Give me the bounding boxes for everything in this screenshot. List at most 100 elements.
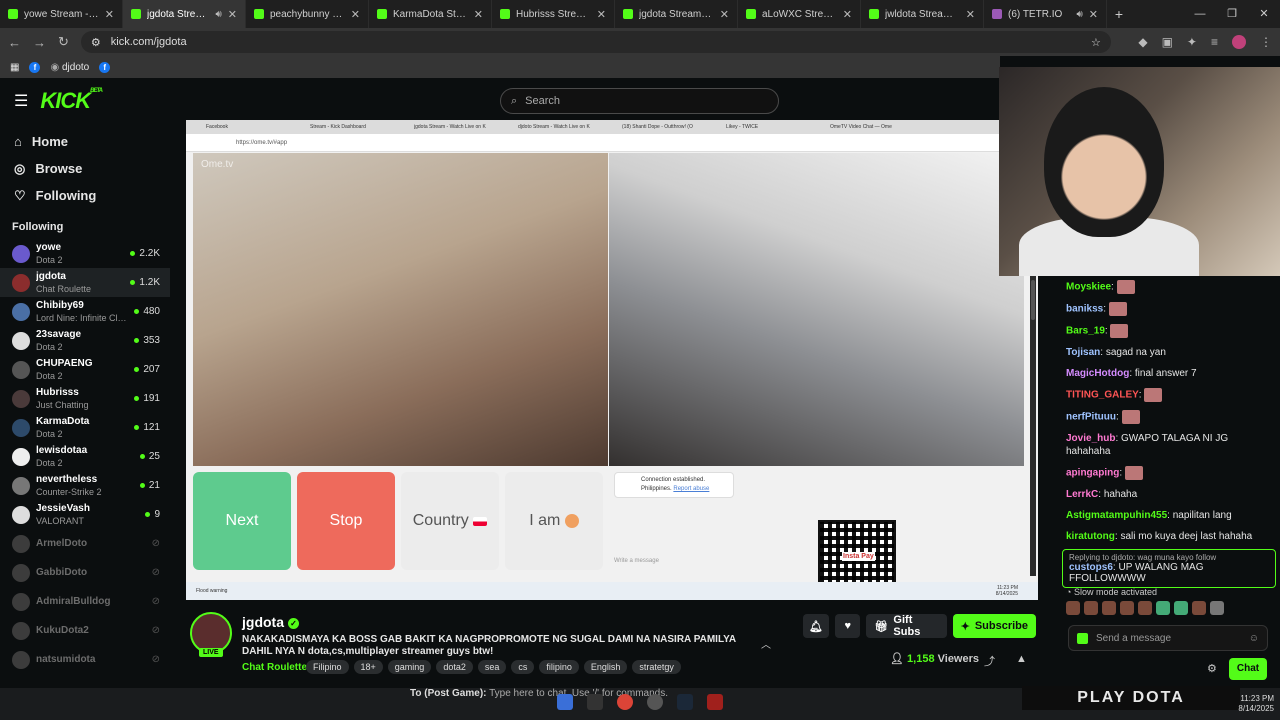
browser-tab[interactable]: aLoWXC Stream - Wa ✕ (738, 0, 861, 28)
browser-tab[interactable]: jwldota Stream - Wat ✕ (861, 0, 984, 28)
tab-close-icon[interactable]: ✕ (105, 8, 114, 21)
stream-tag[interactable]: filipino (539, 660, 579, 674)
chat-username[interactable]: LerrkC (1066, 489, 1098, 500)
chat-username[interactable]: kiratutong (1066, 531, 1115, 542)
back-icon[interactable]: ← (8, 35, 21, 50)
tab-close-icon[interactable]: ✕ (597, 8, 606, 21)
tab-close-icon[interactable]: ✕ (843, 8, 852, 21)
chrome-icon[interactable] (617, 694, 633, 710)
video-player[interactable]: Facebook Stream - Kick Dashboard jgdota St… (186, 120, 1038, 600)
apps-grid-icon[interactable]: ▦ (10, 62, 19, 73)
sidebar-channel[interactable]: yowe Dota 2 2.2K (0, 239, 170, 268)
sidebar-channel[interactable]: AdmiralBulldog ⊘ (0, 587, 170, 616)
chat-username[interactable]: Jovie_hub (1066, 433, 1115, 444)
sidebar-channel[interactable]: Chibiby69 Lord Nine: Infinite Class 480 (0, 297, 170, 326)
chat-username[interactable]: Moyskiee (1066, 282, 1111, 293)
browser-tab[interactable]: (6) TETR.IO 🔊︎ ✕ (984, 0, 1107, 28)
tab-close-icon[interactable]: ✕ (966, 8, 975, 21)
url-field[interactable]: ⚙ kick.com/jgdota ☆ (80, 31, 1111, 53)
message-input[interactable]: Write a message (614, 558, 1024, 564)
emote-icon[interactable] (1210, 601, 1224, 615)
kick-logo[interactable]: KICKBETA (40, 88, 103, 114)
subscribe-button[interactable]: ✦ Subscribe (952, 614, 1036, 638)
extension-icon[interactable]: ◆ (1138, 35, 1147, 49)
chat-username[interactable]: apingaping (1066, 468, 1119, 479)
collapse-chevron-icon[interactable]: ︿ (761, 636, 771, 651)
emote-icon[interactable] (1156, 601, 1170, 615)
browser-tab[interactable]: peachybunny Stream ✕ (246, 0, 369, 28)
share-icon[interactable]: ⤴ (984, 653, 995, 669)
nav-home[interactable]: ⌂ Home (0, 128, 170, 155)
nav-browse[interactable]: ◎ Browse (0, 155, 170, 182)
facebook-bookmark-icon-2[interactable]: f (99, 61, 111, 73)
facebook-bookmark-icon[interactable]: f (29, 61, 41, 73)
sidebar-channel[interactable]: JessieVash VALORANT 9 (0, 500, 170, 529)
taskbar-app-icon[interactable] (647, 694, 663, 710)
emote-icon[interactable] (1174, 601, 1188, 615)
maximize-button[interactable]: ❐ (1216, 0, 1248, 28)
media-control-icon[interactable]: ≡ (1211, 35, 1218, 49)
chat-username[interactable]: nerfPituuu (1066, 412, 1116, 423)
tab-close-icon[interactable]: ✕ (1089, 8, 1098, 21)
stream-tag[interactable]: sea (477, 660, 507, 674)
country-button[interactable]: Country (401, 472, 499, 570)
reload-icon[interactable]: ↻ (58, 34, 69, 50)
bookmark-djdoto[interactable]: ◉ djdoto (50, 62, 89, 73)
browser-tab[interactable]: KarmaDota Stream - ✕ (369, 0, 492, 28)
stream-tag[interactable]: 18+ (353, 660, 383, 674)
streamer-name[interactable]: jgdota ✓ (242, 614, 299, 630)
chat-username[interactable]: MagicHotdog (1066, 368, 1129, 379)
browser-tab[interactable]: yowe Stream - Watch ✕ (0, 0, 123, 28)
emote-icon[interactable] (1138, 601, 1152, 615)
sidebar-channel[interactable]: natsumidota ⊘ (0, 645, 170, 674)
tab-close-icon[interactable]: ✕ (720, 8, 729, 21)
sidebar-channel[interactable]: KarmaDota Dota 2 121 (0, 413, 170, 442)
chat-username[interactable]: custops6 (1069, 562, 1113, 573)
emote-icon[interactable] (1066, 601, 1080, 615)
sidebar-channel[interactable]: 23savage Dota 2 353 (0, 326, 170, 355)
chat-username[interactable]: Bars_19 (1066, 326, 1105, 337)
emote-icon[interactable] (1192, 601, 1206, 615)
send-message-input[interactable]: Send a message ☺ (1068, 625, 1268, 651)
gift-subs-button[interactable]: 🎁︎ Gift Subs (866, 614, 947, 638)
emoji-picker-icon[interactable]: ☺ (1249, 633, 1259, 644)
menu-icon[interactable]: ⋮ (1260, 35, 1272, 49)
emote-icon[interactable] (1102, 601, 1116, 615)
chat-settings-icon[interactable]: ⚙ (1207, 662, 1217, 675)
tab-close-icon[interactable]: ✕ (474, 8, 483, 21)
stream-tag[interactable]: Filipino (306, 660, 349, 674)
dota-icon[interactable] (707, 694, 723, 710)
sidebar-channel[interactable]: Hubrisss Just Chatting 191 (0, 384, 170, 413)
stream-tag[interactable]: dota2 (436, 660, 473, 674)
close-window-button[interactable]: ✕ (1248, 0, 1280, 28)
taskbar-app-icon[interactable] (587, 694, 603, 710)
nav-following[interactable]: ♡ Following (0, 182, 170, 209)
minimize-button[interactable]: — (1184, 0, 1216, 28)
browser-tab[interactable]: Hubrisss Stream - Wa ✕ (492, 0, 615, 28)
forward-icon[interactable]: → (33, 35, 46, 50)
chat-username[interactable]: banikss (1066, 304, 1103, 315)
windows-start-icon[interactable] (557, 694, 573, 710)
bookmark-star-icon[interactable]: ☆ (1091, 36, 1101, 49)
stream-tag[interactable]: stratetgy (632, 660, 681, 674)
stream-tag[interactable]: English (583, 660, 628, 674)
tab-close-icon[interactable]: ✕ (228, 8, 237, 21)
browser-tab[interactable]: jgdota Stream - Watch 🔊︎ ✕ (123, 0, 246, 28)
report-abuse-link[interactable]: Report abuse (673, 486, 709, 492)
next-button[interactable]: Next (193, 472, 291, 570)
steam-icon[interactable] (677, 694, 693, 710)
sidebar-channel[interactable]: nevertheless Counter-Strike 2 21 (0, 471, 170, 500)
follow-button[interactable]: ♥ (835, 614, 861, 638)
player-scrollbar[interactable] (1030, 276, 1036, 576)
emote-icon[interactable] (1120, 601, 1134, 615)
chat-username[interactable]: TITING_GALEY (1066, 390, 1139, 401)
sidebar-channel[interactable]: jgdota Chat Roulette 1.2K (0, 268, 170, 297)
search-input[interactable]: ⌕ Search (500, 88, 779, 114)
tab-audio-icon[interactable]: 🔊︎ (1076, 9, 1082, 20)
sidebar-channel[interactable]: lewisdotaa Dota 2 25 (0, 442, 170, 471)
stream-tag[interactable]: gaming (387, 660, 432, 674)
extension-shield-icon[interactable]: ▣ (1162, 35, 1173, 49)
browser-tab[interactable]: jgdota Stream - Watch ✕ (615, 0, 738, 28)
chat-username[interactable]: Astigmatampuhin455 (1066, 510, 1167, 521)
extensions-puzzle-icon[interactable]: ✦ (1187, 35, 1197, 49)
